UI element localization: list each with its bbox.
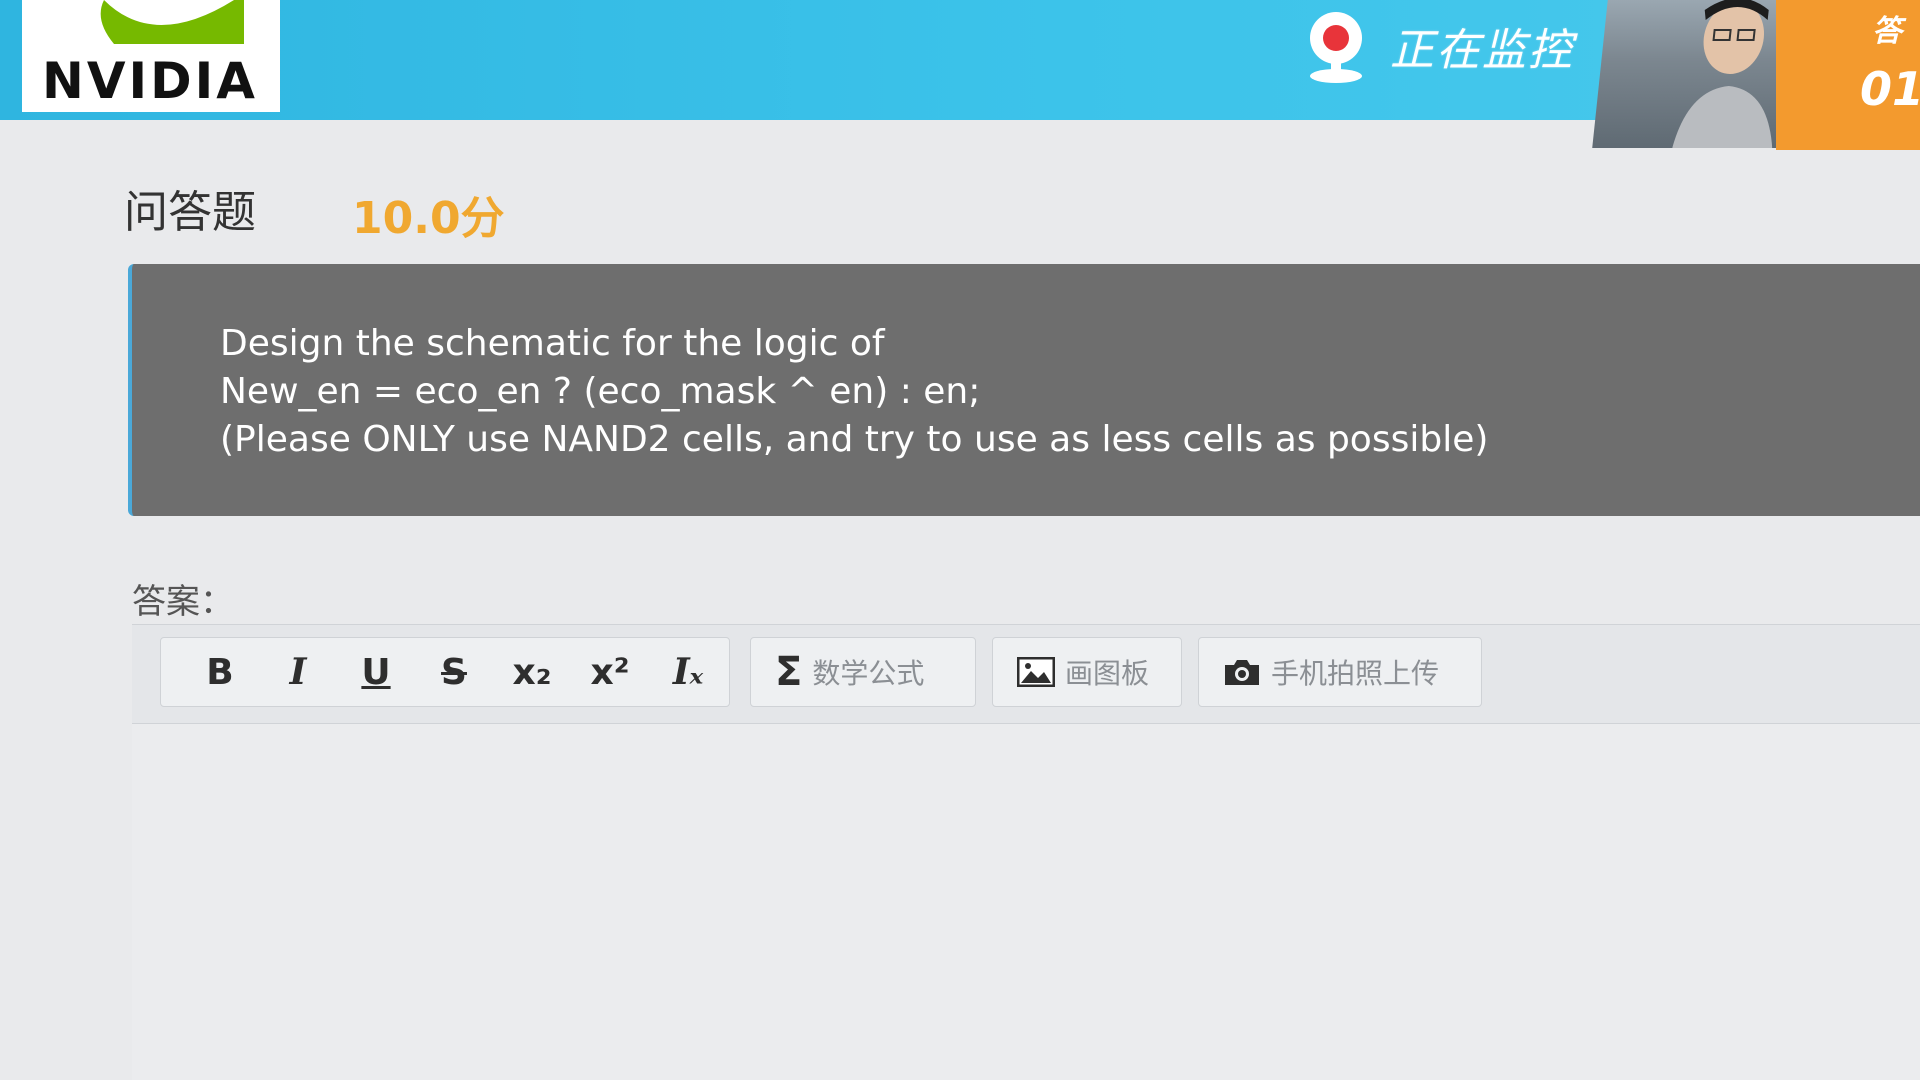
- answer-editor[interactable]: [132, 724, 1920, 1080]
- math-formula-label: 数学公式: [812, 657, 925, 690]
- question-line: New_en = eco_en ? (eco_mask ^ en) : en;: [220, 371, 981, 412]
- clear-format-button[interactable]: Iₓ: [649, 642, 727, 702]
- subscript-button[interactable]: x₂: [493, 642, 571, 702]
- nvidia-logo-text: NVIDIA: [42, 52, 258, 110]
- superscript-icon: x²: [590, 652, 629, 693]
- strikethrough-icon: S: [441, 651, 467, 693]
- monitor-status: 正在监控: [1300, 8, 1574, 84]
- subscript-base: x: [512, 651, 536, 693]
- nvidia-eye-icon: [100, 0, 244, 44]
- question-line: Design the schematic for the logic of: [220, 323, 885, 364]
- timer-value: 01: [1860, 62, 1920, 116]
- underline-icon: U: [361, 651, 391, 693]
- camera-icon: [1225, 660, 1259, 685]
- drawing-board-label: 画图板: [1065, 657, 1150, 690]
- drawing-board-button[interactable]: 画图板: [992, 637, 1182, 707]
- superscript-base: x: [590, 651, 614, 693]
- italic-icon: I: [289, 651, 307, 693]
- person-icon: [1672, 0, 1773, 148]
- timer-label: 答: [1872, 14, 1902, 49]
- webcam-monitor-icon: [1310, 12, 1362, 83]
- question-line: (Please ONLY use NAND2 cells, and try to…: [220, 419, 1489, 460]
- image-icon: [1017, 657, 1055, 687]
- clear-format-base: I: [672, 651, 690, 693]
- underline-button[interactable]: U: [337, 642, 415, 702]
- editor-toolbar: B I U S x₂ x² Iₓ Σ 数学公式 画图板 手机拍照上传: [132, 624, 1920, 724]
- italic-button[interactable]: I: [259, 642, 337, 702]
- superscript-button[interactable]: x²: [571, 642, 649, 702]
- question-type: 问答题: [124, 187, 256, 238]
- countdown-timer: 答 01: [1776, 0, 1920, 150]
- bold-button[interactable]: B: [181, 642, 259, 702]
- clear-format-icon: Iₓ: [673, 651, 703, 693]
- clear-format-mark: ₓ: [689, 651, 704, 693]
- superscript-mark: ²: [613, 651, 630, 693]
- exam-header: NVIDIA 正在监控 答 01: [0, 0, 1920, 150]
- monitor-status-text: 正在监控: [1390, 25, 1574, 76]
- bold-icon: B: [206, 651, 234, 693]
- nvidia-logo: NVIDIA: [22, 0, 280, 112]
- answer-label: 答案：: [132, 582, 234, 622]
- photo-upload-button[interactable]: 手机拍照上传: [1198, 637, 1482, 707]
- question-score: 10.0分: [352, 193, 505, 244]
- photo-upload-label: 手机拍照上传: [1271, 657, 1440, 690]
- subscript-icon: x₂: [512, 652, 551, 693]
- sigma-icon: Σ: [775, 649, 803, 695]
- question-stem: Design the schematic for the logic of Ne…: [128, 264, 1920, 516]
- math-formula-button[interactable]: Σ 数学公式: [750, 637, 976, 707]
- format-button-group: B I U S x₂ x² Iₓ: [160, 637, 730, 707]
- strikethrough-button[interactable]: S: [415, 642, 493, 702]
- subscript-mark: ₂: [535, 651, 552, 693]
